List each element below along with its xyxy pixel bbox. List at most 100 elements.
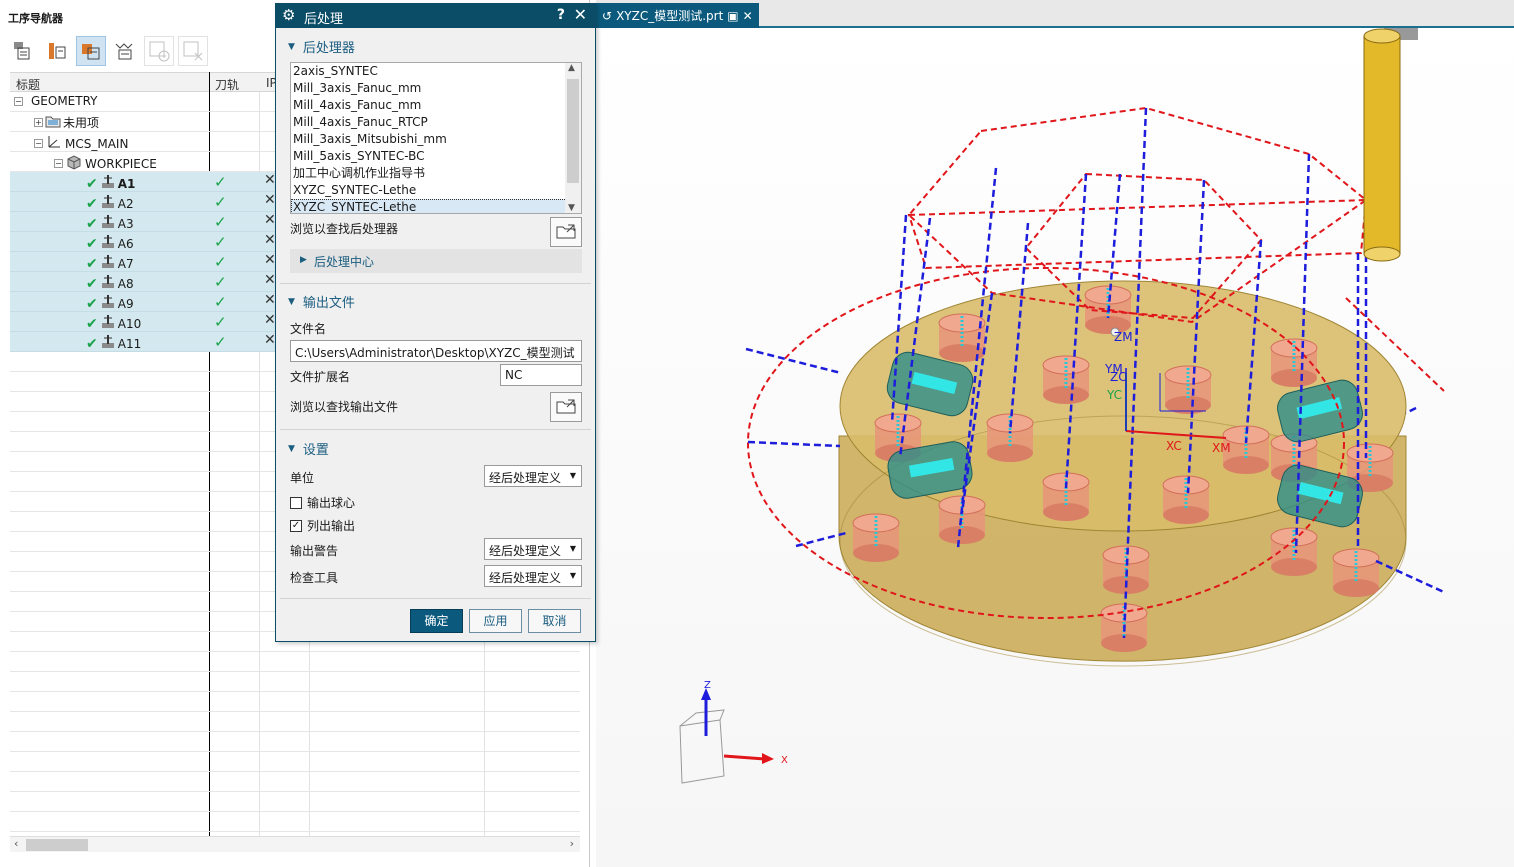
check-status-icon: ✔ xyxy=(86,175,98,192)
list-output-option[interactable]: ✓ 列出输出 xyxy=(290,517,355,534)
section-divider xyxy=(280,598,591,599)
tab-detach-icon[interactable]: ▣ xyxy=(727,9,738,23)
tab-close-icon[interactable]: ✕ xyxy=(743,9,753,23)
scroll-up-icon[interactable]: ▲ xyxy=(568,63,575,73)
axis-label-yc: YC xyxy=(1106,388,1122,402)
postprocessor-item[interactable]: Mill_4axis_Fanuc_RTCP xyxy=(291,114,581,131)
collapse-triangle-icon: ▼ xyxy=(288,443,295,454)
empty-row xyxy=(10,692,580,712)
check-status-icon: ✔ xyxy=(86,195,98,212)
postprocessor-item[interactable]: XYZC_SYNTEC-Lethe xyxy=(291,199,581,213)
ip-status-icon: ✕ xyxy=(264,212,276,228)
apply-button[interactable]: 应用 xyxy=(469,609,522,633)
hole-feature xyxy=(1042,472,1090,521)
drilling-operation-icon xyxy=(100,294,116,313)
cancel-button[interactable]: 取消 xyxy=(528,609,581,633)
postprocessor-item[interactable]: Mill_3axis_Mitsubishi_mm xyxy=(291,131,581,148)
column-toolpath[interactable]: 刀轨 xyxy=(215,76,239,93)
drilling-operation-icon xyxy=(100,214,116,233)
open-folder-icon xyxy=(555,397,577,418)
drilling-operation-icon xyxy=(100,334,116,353)
collapse-icon[interactable]: − xyxy=(54,159,63,168)
filename-input[interactable]: C:\Users\Administrator\Desktop\XYZC_模型测试 xyxy=(290,340,582,362)
section-settings[interactable]: ▼ 设置 xyxy=(288,439,329,458)
check-tool-label: 检查工具 xyxy=(290,571,339,585)
program-order-view-icon[interactable] xyxy=(8,36,38,66)
machine-tool-view-icon[interactable] xyxy=(42,36,72,66)
check-status-icon: ✔ xyxy=(86,235,98,252)
collapse-triangle-icon: ▼ xyxy=(288,296,295,307)
postprocessor-item[interactable]: 加工中心调机作业指导书 xyxy=(291,165,581,182)
expand-triangle-icon: ▶ xyxy=(300,255,307,265)
navigator-horizontal-scrollbar[interactable]: ‹ › xyxy=(10,836,580,852)
toolpath-status-icon: ✓ xyxy=(214,193,227,211)
output-ball-center-option[interactable]: 输出球心 xyxy=(290,494,355,511)
triad-label-z: Z xyxy=(704,680,711,691)
column-title[interactable]: 标题 xyxy=(16,76,40,93)
toolpath-status-icon: ✓ xyxy=(214,253,227,271)
postprocessor-list[interactable]: 2axis_SYNTEC Mill_3axis_Fanuc_mm Mill_4axi… xyxy=(290,62,582,214)
add-object-icon[interactable] xyxy=(144,36,174,66)
scroll-down-icon[interactable]: ▼ xyxy=(568,203,575,213)
collapse-triangle-icon: ▼ xyxy=(288,41,295,52)
geometry-view-icon[interactable] xyxy=(76,36,106,66)
list-output-checkbox[interactable]: ✓ xyxy=(290,519,302,532)
graphics-viewport[interactable]: ZM YM ZC YC XC XM Z X xyxy=(596,28,1514,867)
browse-output-button[interactable] xyxy=(550,392,582,422)
document-tab[interactable]: ↺ XYZC_模型测试.prt ▣ ✕ xyxy=(596,3,759,28)
dropdown-arrow-icon: ▼ xyxy=(569,544,576,553)
dialog-titlebar[interactable]: ⚙ 后处理 ? ✕ xyxy=(276,4,595,28)
toolpath-status-icon: ✓ xyxy=(214,213,227,231)
postprocessor-item[interactable]: Mill_5axis_SYNTEC-BC xyxy=(291,148,581,165)
collapse-icon[interactable]: − xyxy=(14,96,23,106)
expand-icon[interactable]: + xyxy=(34,118,43,127)
check-tool-dropdown[interactable]: 经后处理定义 ▼ xyxy=(484,565,582,587)
hole-feature xyxy=(1332,548,1380,597)
dropdown-value: 经后处理定义 xyxy=(489,471,562,485)
toolpath-status-icon: ✓ xyxy=(214,173,227,191)
ip-status-icon: ✕ xyxy=(264,292,276,308)
postprocessor-item[interactable]: 2axis_SYNTEC xyxy=(291,63,581,80)
check-status-icon: ✔ xyxy=(86,215,98,232)
postprocessor-item[interactable]: Mill_4axis_Fanuc_mm xyxy=(291,97,581,114)
ip-status-icon: ✕ xyxy=(264,192,276,208)
warnings-dropdown[interactable]: 经后处理定义 ▼ xyxy=(484,538,582,560)
scroll-left-icon[interactable]: ‹ xyxy=(14,837,18,850)
empty-row xyxy=(10,732,580,752)
output-ball-checkbox[interactable] xyxy=(290,496,302,509)
post-center-label: 后处理中心 xyxy=(314,255,375,269)
delete-object-icon[interactable] xyxy=(178,36,208,66)
scroll-thumb[interactable] xyxy=(26,839,88,851)
postprocessor-item[interactable]: XYZC_SYNTEC-Lethe xyxy=(291,182,581,199)
close-button[interactable]: ✕ xyxy=(574,5,587,24)
view-triad: Z X xyxy=(679,680,788,784)
help-button[interactable]: ? xyxy=(557,7,565,23)
ok-button[interactable]: 确定 xyxy=(410,609,463,633)
section-postprocessor[interactable]: ▼ 后处理器 xyxy=(288,37,355,56)
ip-status-icon: ✕ xyxy=(264,172,276,188)
document-tab-bar: ↺ XYZC_模型测试.prt ▣ ✕ xyxy=(596,0,1514,28)
browse-post-button[interactable] xyxy=(550,217,582,247)
post-center-section[interactable]: ▶ 后处理中心 xyxy=(290,249,582,273)
units-dropdown[interactable]: 经后处理定义 ▼ xyxy=(484,465,582,487)
extension-input[interactable]: NC xyxy=(500,364,582,386)
collapse-icon[interactable]: − xyxy=(34,139,43,148)
toolpath-status-icon: ✓ xyxy=(214,273,227,291)
method-view-icon[interactable] xyxy=(110,36,140,66)
toolpath-status-icon: ✓ xyxy=(214,293,227,311)
dropdown-arrow-icon: ▼ xyxy=(569,571,576,580)
scroll-right-icon[interactable]: › xyxy=(570,837,574,850)
section-title: 输出文件 xyxy=(302,296,355,311)
list-scrollbar[interactable]: ▲ ▼ xyxy=(565,63,581,213)
postprocessor-item[interactable]: Mill_3axis_Fanuc_mm xyxy=(291,80,581,97)
empty-row xyxy=(10,652,580,672)
folder-icon xyxy=(45,114,61,131)
check-status-icon: ✔ xyxy=(86,335,98,352)
scroll-thumb[interactable] xyxy=(567,79,579,183)
node-label: GEOMETRY xyxy=(31,94,98,108)
axis-label-zm: ZM xyxy=(1114,330,1133,344)
operation-name: A2 xyxy=(117,196,134,211)
dialog-title: 后处理 xyxy=(304,12,344,27)
section-output-file[interactable]: ▼ 输出文件 xyxy=(288,292,355,311)
warnings-label: 输出警告 xyxy=(290,544,339,558)
